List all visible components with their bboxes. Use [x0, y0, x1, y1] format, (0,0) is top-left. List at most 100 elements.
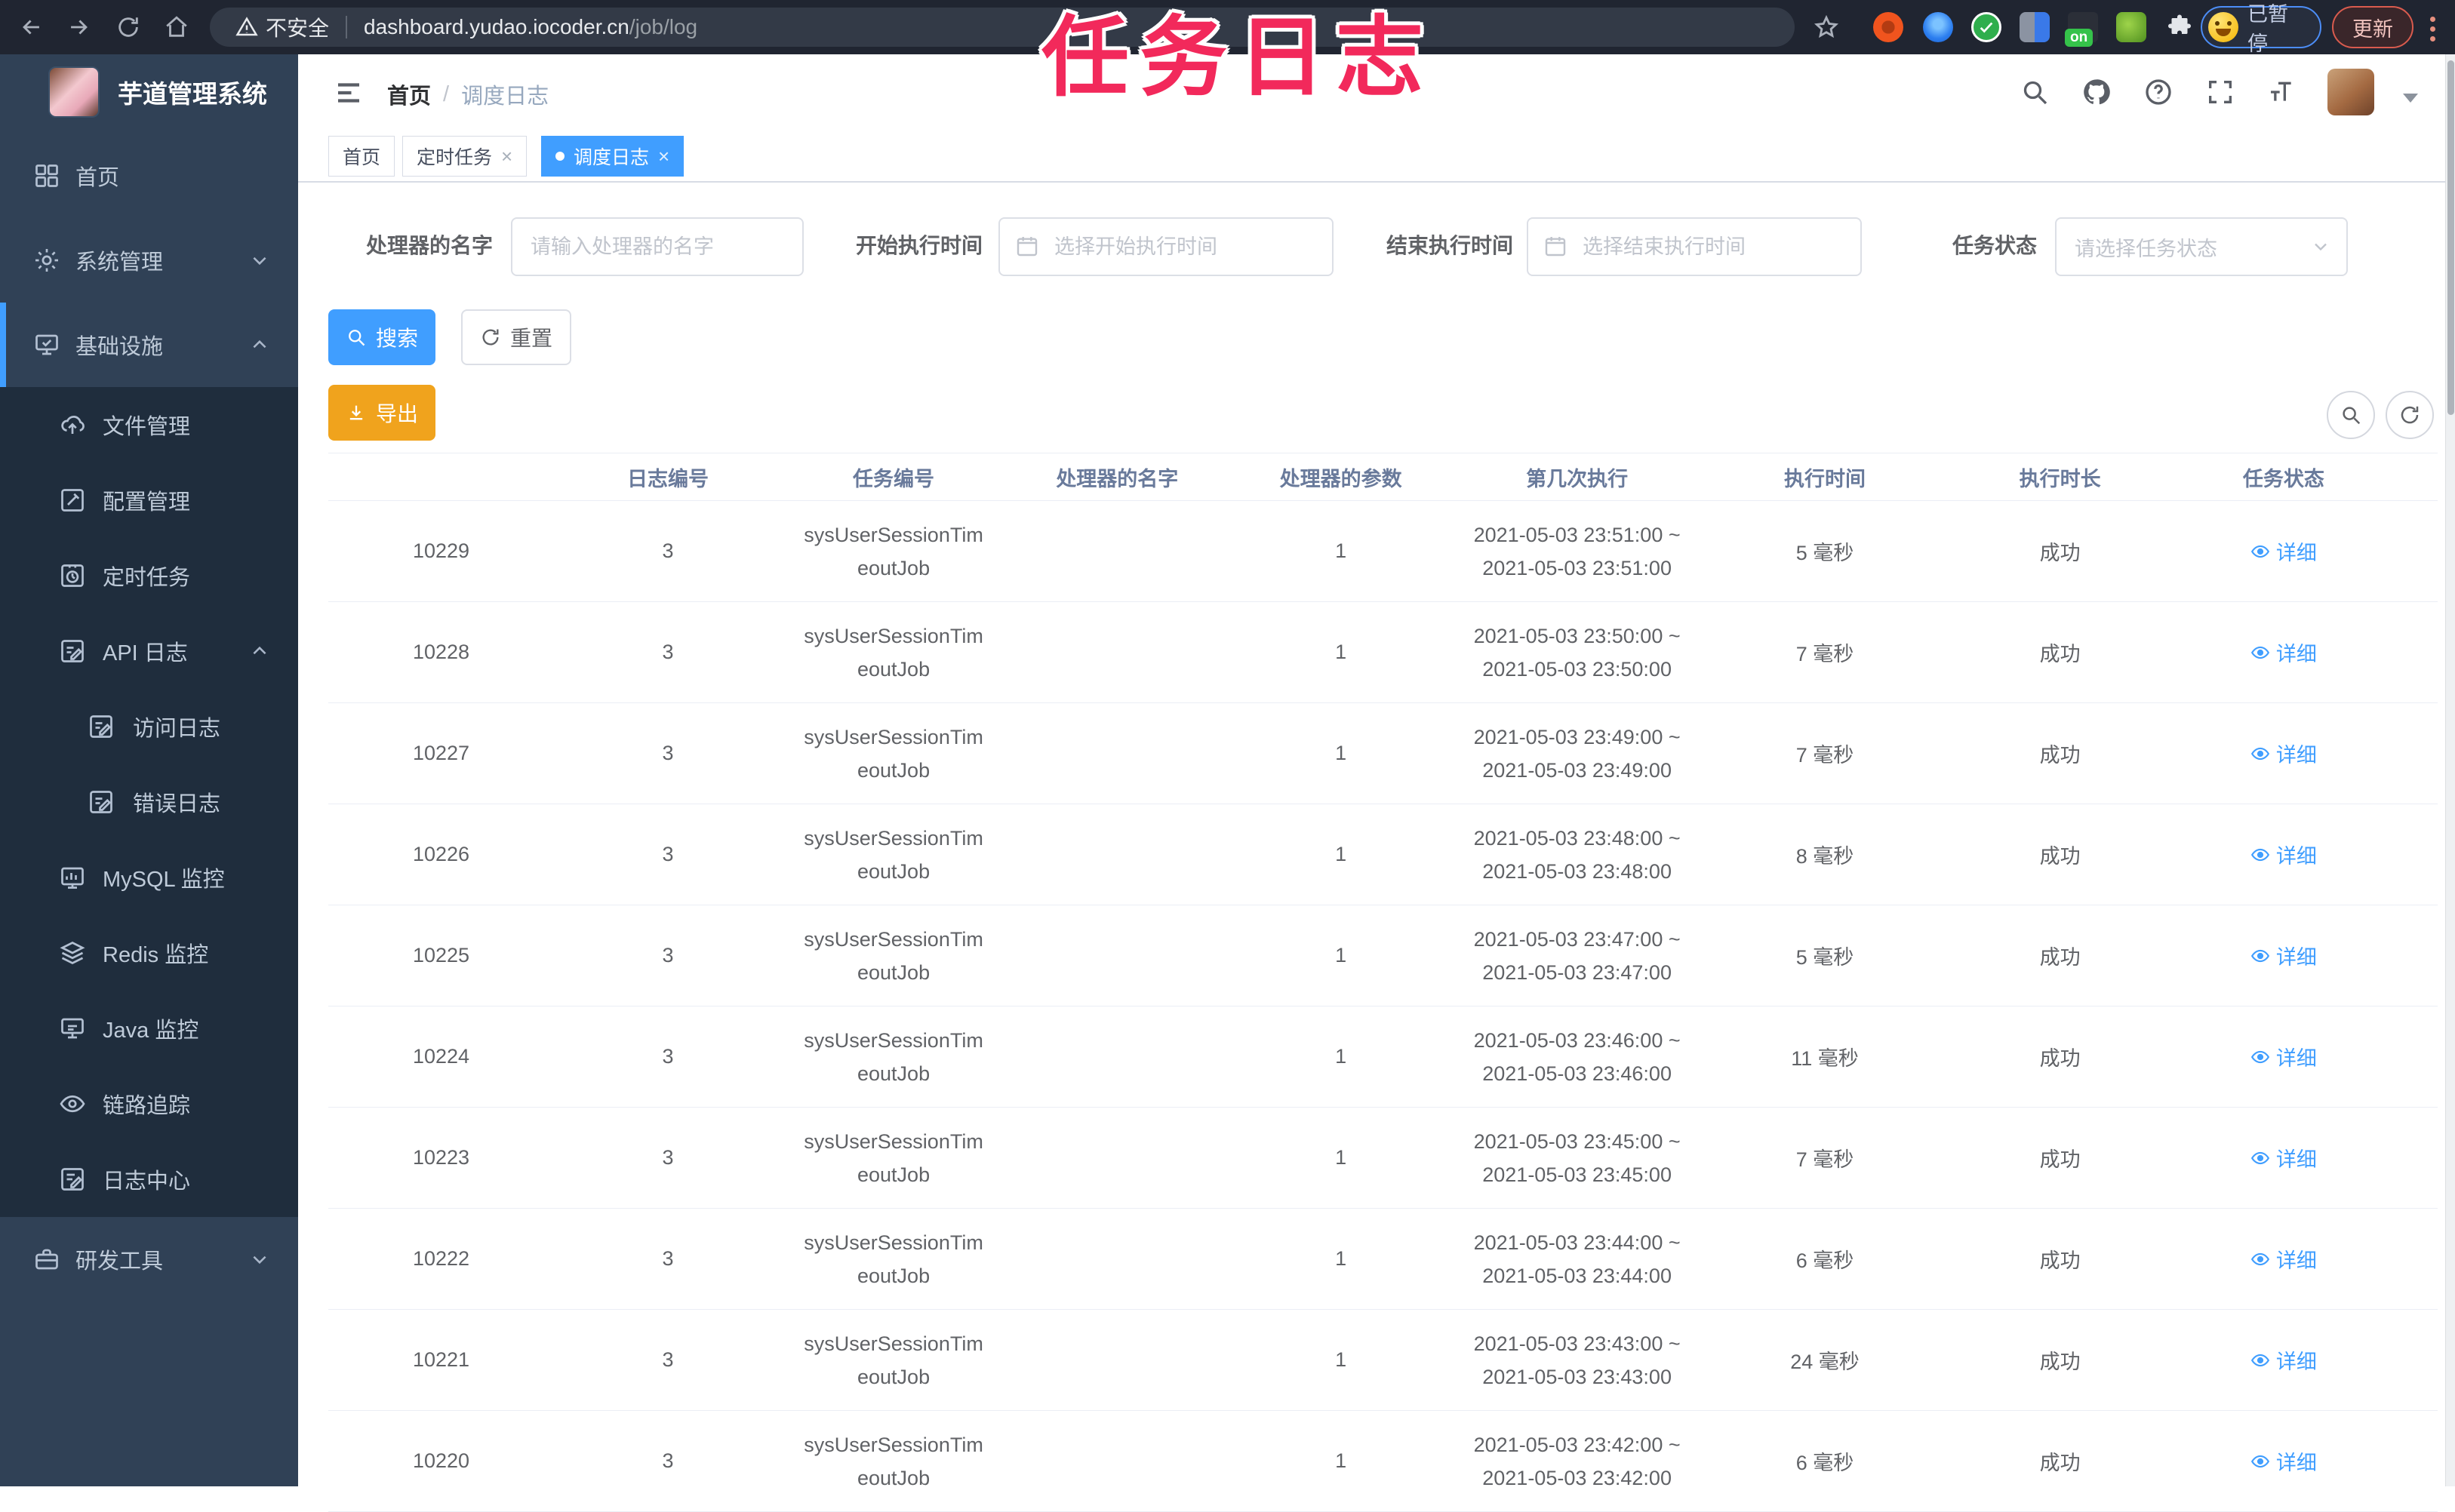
job-status-select[interactable]: 请选择任务状态: [2055, 217, 2348, 276]
sidebar-item-home[interactable]: 首页: [0, 134, 298, 218]
close-icon[interactable]: ×: [658, 146, 669, 166]
sidebar-item-mysql-monitor[interactable]: MySQL 监控: [0, 840, 298, 915]
eye-icon: [2250, 747, 2269, 760]
extension-icon-android[interactable]: [2116, 12, 2146, 42]
table-row[interactable]: 10227 3 sysUserSessionTim eoutJob 1 2021…: [328, 703, 2438, 804]
profile-paused-badge[interactable]: 已暂停: [2201, 3, 2321, 55]
fullscreen-icon[interactable]: [2204, 75, 2237, 109]
user-menu-caret-icon[interactable]: [2403, 94, 2418, 103]
reset-button-label: 重置: [509, 327, 552, 350]
sidebar-item-label: 系统管理: [75, 250, 164, 275]
browser-menu-icon[interactable]: [2429, 17, 2436, 44]
table-row[interactable]: 10220 3 sysUserSessionTim eoutJob 1 2021…: [328, 1411, 2438, 1512]
user-avatar[interactable]: [2327, 69, 2374, 115]
security-warning[interactable]: 不安全: [235, 12, 329, 42]
table-row[interactable]: 10223 3 sysUserSessionTim eoutJob 1 2021…: [328, 1108, 2438, 1209]
page-scrollbar[interactable]: [2445, 54, 2455, 1486]
cell-job-id: 3: [662, 742, 674, 764]
bookmark-star-icon[interactable]: [1810, 11, 1843, 44]
sidebar-item-redis-monitor[interactable]: Redis 监控: [0, 915, 298, 991]
sidebar-item-config-management[interactable]: 配置管理: [0, 463, 298, 538]
reset-button[interactable]: 重置: [461, 309, 571, 365]
extension-icon-blue-pin[interactable]: [1923, 12, 1953, 42]
extensions-puzzle-icon[interactable]: [2164, 12, 2195, 42]
extension-icon-grid[interactable]: [2020, 12, 2050, 42]
help-icon[interactable]: [2142, 75, 2175, 109]
address-bar[interactable]: 不安全 dashboard.yudao.iocoder.cn/job/log: [210, 8, 1795, 47]
extension-icon-on-badge[interactable]: on: [2065, 12, 2098, 47]
table-row[interactable]: 10228 3 sysUserSessionTim eoutJob 1 2021…: [328, 602, 2438, 703]
detail-action-link[interactable]: 详细: [2172, 1411, 2395, 1511]
browser-forward-icon[interactable]: [62, 11, 95, 44]
table-row[interactable]: 10222 3 sysUserSessionTim eoutJob 1 2021…: [328, 1209, 2438, 1310]
cell-handler-name: sysUserSessionTim eoutJob: [804, 624, 983, 681]
sidebar-item-system[interactable]: 系统管理: [0, 218, 298, 303]
end-time-input[interactable]: [1527, 217, 1862, 276]
end-time-picker[interactable]: [1527, 217, 1862, 276]
cell-job-id: 3: [662, 539, 674, 562]
sidebar-item-error-logs[interactable]: 错误日志: [0, 764, 298, 840]
font-size-icon[interactable]: [2266, 75, 2299, 109]
breadcrumb-home[interactable]: 首页: [387, 78, 431, 110]
sidebar-item-dev-tools[interactable]: 研发工具: [0, 1217, 298, 1301]
search-button[interactable]: 搜索: [328, 309, 435, 365]
log-edit-icon: [59, 638, 86, 665]
tab-scheduled-tasks[interactable]: 定时任务 ×: [402, 136, 528, 177]
start-time-picker[interactable]: [998, 217, 1334, 276]
cell-log-id: 10226: [412, 843, 470, 865]
table-row[interactable]: 10221 3 sysUserSessionTim eoutJob 1 2021…: [328, 1310, 2438, 1411]
toggle-search-button[interactable]: [2327, 391, 2375, 439]
sidebar-item-api-logs[interactable]: API 日志: [0, 613, 298, 689]
app-logo-row[interactable]: 芋道管理系统: [48, 66, 267, 118]
close-icon[interactable]: ×: [501, 146, 512, 166]
sidebar-item-log-center[interactable]: 日志中心: [0, 1142, 298, 1217]
search-icon[interactable]: [2018, 75, 2051, 109]
detail-action-link[interactable]: 详细: [2172, 703, 2395, 804]
export-button[interactable]: 导出: [328, 385, 435, 441]
cell-exec-time: 2021-05-03 23:43:00 ~ 2021-05-03 23:43:0…: [1473, 1332, 1681, 1388]
sidebar-item-java-monitor[interactable]: Java 监控: [0, 991, 298, 1066]
extension-icon-orange[interactable]: [1873, 12, 1903, 42]
sidebar-item-file-management[interactable]: 文件管理: [0, 387, 298, 463]
handler-name-input[interactable]: [511, 217, 804, 276]
sidebar-item-infrastructure[interactable]: 基础设施: [0, 303, 298, 387]
github-icon[interactable]: [2080, 75, 2113, 109]
detail-action-link[interactable]: 详细: [2172, 1209, 2395, 1309]
detail-action-link[interactable]: 详细: [2172, 1310, 2395, 1410]
cell-exec-time: 2021-05-03 23:46:00 ~ 2021-05-03 23:46:0…: [1473, 1028, 1681, 1085]
detail-action-link[interactable]: 详细: [2172, 804, 2395, 905]
detail-action-link[interactable]: 详细: [2172, 501, 2395, 601]
sidebar-item-scheduled-tasks[interactable]: 定时任务: [0, 538, 298, 613]
cell-duration: 7 毫秒: [1795, 1148, 1854, 1171]
sidebar-item-label: MySQL 监控: [103, 868, 225, 892]
browser-update-button[interactable]: 更新: [2332, 6, 2413, 48]
browser-back-icon[interactable]: [15, 11, 48, 44]
cell-log-id: 10227: [412, 742, 470, 764]
table-row[interactable]: 10225 3 sysUserSessionTim eoutJob 1 2021…: [328, 905, 2438, 1006]
tab-job-log[interactable]: 调度日志 ×: [541, 136, 685, 177]
detail-action-link[interactable]: 详细: [2172, 1006, 2395, 1107]
sidebar-toggle-icon[interactable]: [333, 77, 365, 107]
start-time-input[interactable]: [998, 217, 1334, 276]
refresh-table-button[interactable]: [2386, 391, 2434, 439]
cell-exec-index: 1: [1335, 944, 1347, 967]
extension-icon-green-check[interactable]: [1971, 12, 2001, 42]
scrollbar-thumb[interactable]: [2447, 60, 2454, 415]
browser-reload-icon[interactable]: [112, 11, 145, 44]
table-row[interactable]: 10224 3 sysUserSessionTim eoutJob 1 2021…: [328, 1006, 2438, 1108]
cell-status: 成功: [2039, 845, 2081, 868]
tab-home[interactable]: 首页: [328, 136, 395, 177]
sidebar-item-access-logs[interactable]: 访问日志: [0, 689, 298, 764]
table-row[interactable]: 10229 3 sysUserSessionTim eoutJob 1 2021…: [328, 501, 2438, 602]
cell-status: 成功: [2039, 946, 2081, 969]
cell-handler-param: [1005, 703, 1229, 804]
active-tab-dot: [555, 152, 565, 161]
cell-handler-name: sysUserSessionTim eoutJob: [804, 1129, 983, 1186]
detail-action-link[interactable]: 详细: [2172, 602, 2395, 702]
table-row[interactable]: 10226 3 sysUserSessionTim eoutJob 1 2021…: [328, 804, 2438, 905]
cell-duration: 7 毫秒: [1795, 744, 1854, 767]
detail-action-link[interactable]: 详细: [2172, 1108, 2395, 1208]
sidebar-item-tracing[interactable]: 链路追踪: [0, 1066, 298, 1142]
browser-home-icon[interactable]: [160, 11, 193, 44]
detail-action-link[interactable]: 详细: [2172, 905, 2395, 1006]
